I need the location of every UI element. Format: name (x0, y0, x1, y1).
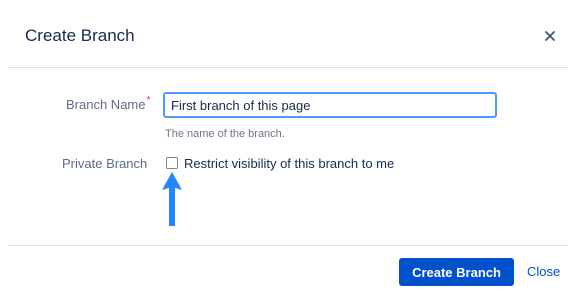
close-button[interactable]: Close (527, 264, 560, 279)
required-marker: * (146, 95, 151, 106)
branch-name-helper: The name of the branch. (165, 128, 285, 140)
private-branch-label: Private Branch (62, 156, 148, 171)
branch-name-input[interactable] (163, 92, 497, 118)
dialog-title: Create Branch (25, 26, 135, 45)
branch-name-label-text: Branch Name (66, 97, 146, 112)
header-divider (8, 67, 568, 68)
dialog-header: Create Branch (0, 0, 577, 68)
private-branch-checkbox[interactable] (166, 157, 178, 169)
private-branch-checkbox-label[interactable]: Restrict visibility of this branch to me (184, 156, 394, 171)
arrow-up-icon (162, 172, 182, 226)
footer-divider (8, 245, 568, 246)
close-icon[interactable] (540, 26, 560, 46)
create-branch-button[interactable]: Create Branch (399, 258, 514, 286)
branch-name-label: Branch Name* (66, 95, 151, 112)
create-branch-dialog: Create Branch Branch Name* The name of t… (0, 0, 577, 291)
